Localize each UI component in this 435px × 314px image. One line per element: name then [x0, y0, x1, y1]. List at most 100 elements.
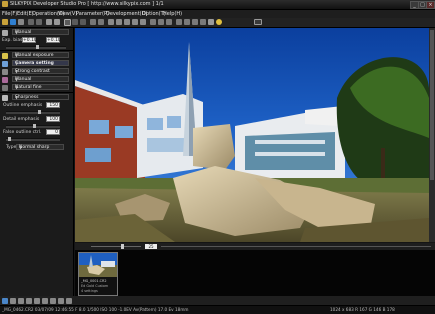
zoom-slider-handle[interactable] — [121, 244, 124, 249]
sharpness-dropdown[interactable]: Sharpness ▼ — [12, 94, 69, 100]
compare-view-icon[interactable] — [80, 19, 86, 25]
thumbnail-caption-1: _MG_0001.CR2 — [81, 279, 107, 283]
style-dropdown[interactable]: Natural fine ▼ — [12, 84, 69, 90]
filter-icon[interactable] — [66, 298, 72, 304]
panel-toggle-icon[interactable] — [10, 298, 16, 304]
paste-params-icon[interactable] — [166, 19, 172, 25]
grid-view-icon[interactable] — [72, 19, 78, 25]
scrollbar-thumb[interactable] — [430, 30, 434, 180]
exp-bias-input[interactable]: +0.10 — [22, 37, 37, 43]
toolbar — [0, 18, 435, 28]
preset-dropdown[interactable]: Manual ▼ — [12, 29, 69, 35]
chevron-down-icon: ▼ — [15, 95, 19, 100]
redo-icon[interactable] — [36, 19, 42, 25]
thumbnail-image — [79, 253, 117, 277]
copy-icon[interactable] — [26, 298, 32, 304]
outline-emphasis-input[interactable]: 150 — [46, 102, 60, 108]
false-outline-label: False outline ctrl. — [3, 130, 42, 135]
monitor-icon[interactable] — [254, 19, 262, 25]
horizontal-scrollbar[interactable] — [161, 246, 431, 247]
spot-removal-icon[interactable] — [140, 19, 146, 25]
photo-viewer[interactable] — [75, 28, 429, 242]
chevron-down-icon: ▼ — [15, 85, 19, 90]
mark-icon[interactable] — [150, 19, 156, 25]
detail-emphasis-slider-handle[interactable] — [33, 124, 36, 128]
menu-bar: File(F) Edit(E) Operation(O) View(V) Par… — [0, 10, 435, 18]
settings-icon[interactable] — [192, 19, 198, 25]
title-bar: SILKYPIX Developer Studio Pro [ http://w… — [0, 0, 435, 10]
rotate-left-icon[interactable] — [90, 19, 96, 25]
bottom-toolbar — [0, 296, 435, 305]
thumbnail-caption-3: 4 settings — [81, 289, 98, 293]
app-window: SILKYPIX Developer Studio Pro [ http://w… — [0, 0, 435, 314]
camera-setting-dropdown[interactable]: Camera setting ▼ — [12, 60, 69, 66]
detail-emphasis-input[interactable]: 100 — [46, 116, 60, 122]
exposure-warning-icon[interactable] — [184, 19, 190, 25]
viewer-vertical-scrollbar[interactable] — [429, 28, 435, 242]
zoom-icon[interactable] — [108, 19, 114, 25]
outline-emphasis-slider[interactable] — [6, 110, 60, 114]
paste-icon[interactable] — [34, 298, 40, 304]
save-icon[interactable] — [10, 19, 16, 25]
crop-icon[interactable] — [124, 19, 130, 25]
hand-tool-icon[interactable] — [116, 19, 122, 25]
chevron-down-icon: ▼ — [19, 145, 23, 150]
false-outline-input[interactable]: 0 — [46, 129, 60, 135]
status-file-info: _MG_0462.CR2 03/07/09 12:46:55 F 8.0 1/5… — [2, 307, 189, 312]
menu-view[interactable]: View(V) — [58, 11, 77, 17]
copy-params-icon[interactable] — [158, 19, 164, 25]
white-balance-icon[interactable] — [2, 53, 8, 59]
photo-image — [75, 28, 429, 242]
tone-icon[interactable] — [2, 69, 8, 75]
chevron-down-icon: ▼ — [15, 69, 19, 74]
compare-icon[interactable] — [50, 298, 56, 304]
rotate-right-icon[interactable] — [98, 19, 104, 25]
detail-emphasis-slider[interactable] — [6, 124, 60, 128]
window-title: SILKYPIX Developer Studio Pro [ http://w… — [10, 1, 164, 7]
close-button[interactable]: × — [426, 1, 435, 9]
open-folder-icon[interactable] — [2, 19, 8, 25]
undo-icon[interactable] — [28, 19, 34, 25]
layout-icon[interactable] — [2, 298, 8, 304]
tag-icon[interactable] — [200, 19, 206, 25]
menu-file[interactable]: File(F) — [2, 11, 17, 17]
previous-icon[interactable] — [46, 19, 52, 25]
menu-parameter[interactable]: Parameter(P) — [76, 11, 109, 17]
camera-icon[interactable] — [2, 61, 8, 67]
white-balance-dropdown[interactable]: Manual exposure ▼ — [12, 52, 69, 58]
reset-icon[interactable] — [18, 298, 24, 304]
exp-bias-input-2[interactable]: +0.10 — [46, 37, 61, 43]
develop-icon[interactable] — [18, 19, 24, 25]
sun-icon[interactable] — [216, 19, 222, 25]
chevron-down-icon: ▼ — [15, 30, 19, 35]
outline-emphasis-label: Outline emphasis — [3, 103, 43, 108]
type-dropdown[interactable]: Normal sharp ▼ — [16, 144, 64, 150]
history-icon[interactable] — [42, 298, 48, 304]
type-label: Type — [6, 145, 17, 150]
control-panel: Manual ▼ Exp. bias +0.10 +0.10 Manual ex… — [0, 28, 74, 296]
color-icon[interactable] — [2, 77, 8, 83]
outline-emphasis-slider-handle[interactable] — [38, 110, 41, 114]
histogram-icon[interactable] — [176, 19, 182, 25]
zoom-slider[interactable] — [91, 244, 141, 249]
gear-icon[interactable] — [2, 30, 8, 36]
status-pixel-info: 1024 x 683 R 167 G 146 B 178 — [330, 307, 395, 312]
color-dropdown[interactable]: Manual ▼ — [12, 76, 69, 82]
white-balance-picker-icon[interactable] — [132, 19, 138, 25]
menu-help[interactable]: Help(H) — [163, 11, 182, 17]
tone-dropdown[interactable]: Strong contrast ▼ — [12, 68, 69, 74]
thumbnail-item[interactable]: _MG_0001.CR2 Ed Gold Custom 4 settings — [78, 252, 118, 296]
sharpness-icon[interactable] — [2, 95, 8, 101]
chevron-down-icon: ▼ — [15, 61, 19, 66]
fullscreen-icon[interactable] — [58, 298, 64, 304]
next-icon[interactable] — [54, 19, 60, 25]
exp-bias-slider[interactable] — [6, 45, 66, 49]
style-icon[interactable] — [2, 85, 8, 91]
false-outline-slider-handle[interactable] — [8, 137, 11, 141]
single-view-icon[interactable] — [64, 19, 71, 26]
text-tool-icon[interactable] — [208, 19, 214, 25]
zoom-value-input[interactable]: 25 — [145, 244, 157, 249]
exp-bias-label: Exp. bias — [2, 38, 23, 43]
exp-bias-slider-handle[interactable] — [36, 45, 39, 49]
false-outline-slider[interactable] — [6, 137, 60, 141]
